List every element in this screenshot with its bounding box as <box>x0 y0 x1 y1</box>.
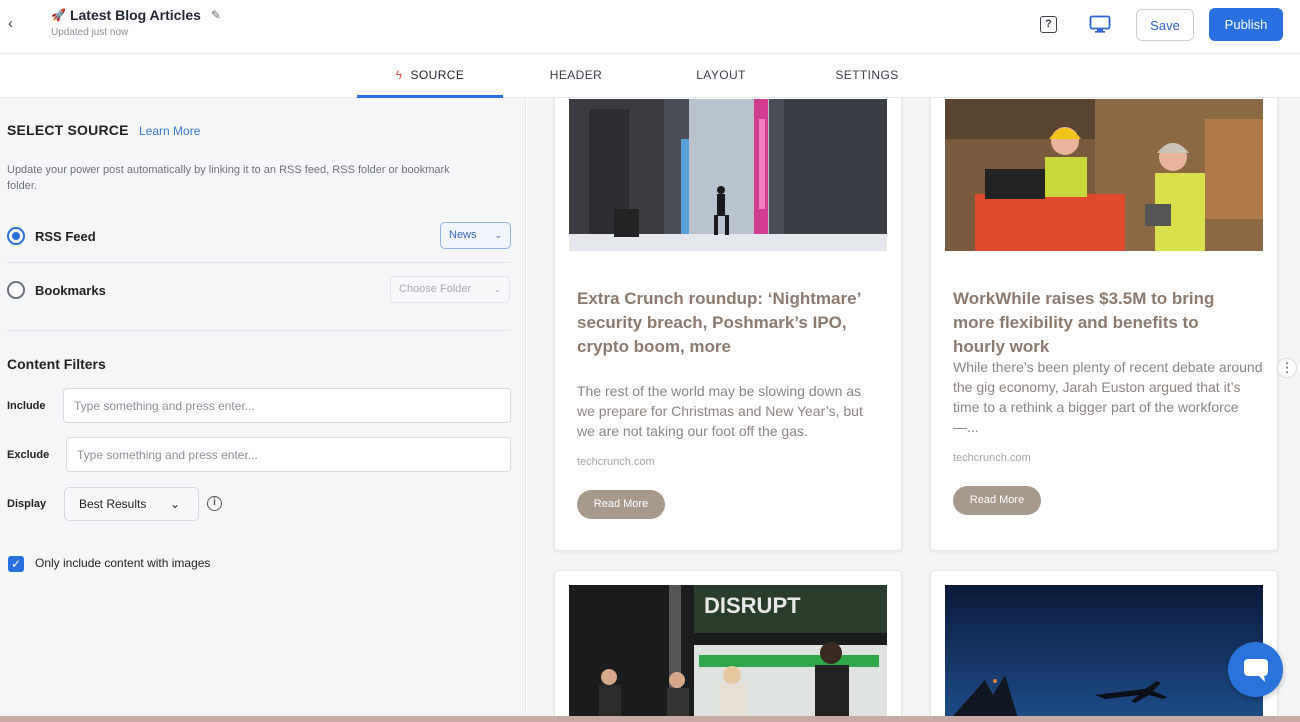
chevron-down-icon: ⌄ <box>494 230 502 240</box>
folder-select[interactable]: Choose Folder ⌄ <box>390 276 510 303</box>
display-select[interactable]: Best Results ⌄ <box>64 487 199 521</box>
article-title[interactable]: WorkWhile raises $3.5M to bring more fle… <box>953 287 1253 359</box>
article-excerpt: The rest of the world may be slowing dow… <box>577 383 863 439</box>
divider <box>7 330 510 331</box>
article-image-warehouse[interactable] <box>945 99 1263 251</box>
monitor-icon[interactable] <box>1089 15 1111 33</box>
article-image-city[interactable] <box>569 99 887 251</box>
rss-feed-select-value: News <box>449 229 477 241</box>
include-input[interactable] <box>63 388 511 423</box>
exclude-input[interactable] <box>66 437 511 472</box>
preview-area: Extra Crunch roundup: ‘Nightmare’ securi… <box>527 98 1300 716</box>
source-description: Update your power post automatically by … <box>7 164 450 192</box>
article-card: WorkWhile raises $3.5M to bring more fle… <box>930 98 1278 551</box>
bookmarks-label: Bookmarks <box>35 283 106 298</box>
rocket-icon: 🚀 <box>51 8 66 22</box>
help-icon[interactable]: ? <box>1040 16 1057 33</box>
rss-feed-select[interactable]: News ⌄ <box>440 222 511 249</box>
images-only-checkbox[interactable]: ✓ <box>8 556 24 572</box>
save-button[interactable]: Save <box>1136 9 1194 41</box>
chat-bubble-icon <box>1244 659 1268 682</box>
display-select-value: Best Results <box>79 497 147 511</box>
rss-feed-label: RSS Feed <box>35 229 96 244</box>
page-title: Latest Blog Articles <box>69 7 201 23</box>
article-image-stage[interactable]: DISRUPT <box>569 585 887 716</box>
exclude-label: Exclude <box>7 449 50 461</box>
info-icon[interactable]: i <box>207 496 222 511</box>
divider <box>7 262 510 263</box>
content-filters-heading: Content Filters <box>7 356 106 372</box>
back-chevron-icon[interactable]: ‹ <box>8 14 24 34</box>
tab-source-label: SOURCE <box>410 68 465 82</box>
article-source: techcrunch.com <box>577 456 655 468</box>
images-only-label: Only include content with images <box>35 556 211 570</box>
page-subtitle: Updated just now <box>51 27 129 38</box>
tab-source[interactable]: ϟ SOURCE <box>357 54 503 98</box>
folder-select-placeholder: Choose Folder <box>399 283 472 295</box>
include-label: Include <box>7 400 46 412</box>
source-panel: SELECT SOURCE Learn More Update your pow… <box>0 98 526 716</box>
chat-button[interactable] <box>1228 642 1283 697</box>
article-title[interactable]: Extra Crunch roundup: ‘Nightmare’ securi… <box>577 287 877 359</box>
display-label: Display <box>7 498 47 510</box>
disrupt-banner-text: DISRUPT <box>704 593 801 618</box>
more-options-icon[interactable]: ⋮ <box>1277 358 1297 378</box>
article-excerpt: While there’s been plenty of recent deba… <box>953 359 1263 435</box>
read-more-button[interactable]: Read More <box>953 486 1041 515</box>
title-block: 🚀 Latest Blog Articles ✎ Updated just no… <box>51 7 221 38</box>
article-image-plane[interactable] <box>945 585 1263 716</box>
publish-button[interactable]: Publish <box>1209 8 1283 41</box>
tab-bar: ϟ SOURCE HEADER LAYOUT SETTINGS <box>0 54 1300 98</box>
tab-layout[interactable]: LAYOUT <box>676 54 766 98</box>
pencil-icon[interactable]: ✎ <box>211 8 221 22</box>
chevron-down-icon: ⌄ <box>493 284 501 294</box>
learn-more-link[interactable]: Learn More <box>139 124 200 138</box>
article-source: techcrunch.com <box>953 452 1031 464</box>
bolt-icon: ϟ <box>395 68 403 82</box>
chevron-down-icon: ⌄ <box>169 497 180 511</box>
bookmarks-radio[interactable] <box>7 281 25 299</box>
top-bar: ‹ 🚀 Latest Blog Articles ✎ Updated just … <box>0 0 1300 54</box>
tab-settings[interactable]: SETTINGS <box>818 54 916 98</box>
article-card: Extra Crunch roundup: ‘Nightmare’ securi… <box>554 98 902 551</box>
article-card: DISRUPT <box>554 570 902 716</box>
bottom-strip <box>0 716 1300 722</box>
article-card <box>930 570 1278 716</box>
rss-feed-radio[interactable] <box>7 227 25 245</box>
read-more-button[interactable]: Read More <box>577 490 665 519</box>
tab-header[interactable]: HEADER <box>530 54 622 98</box>
select-source-heading: SELECT SOURCE <box>7 122 129 138</box>
